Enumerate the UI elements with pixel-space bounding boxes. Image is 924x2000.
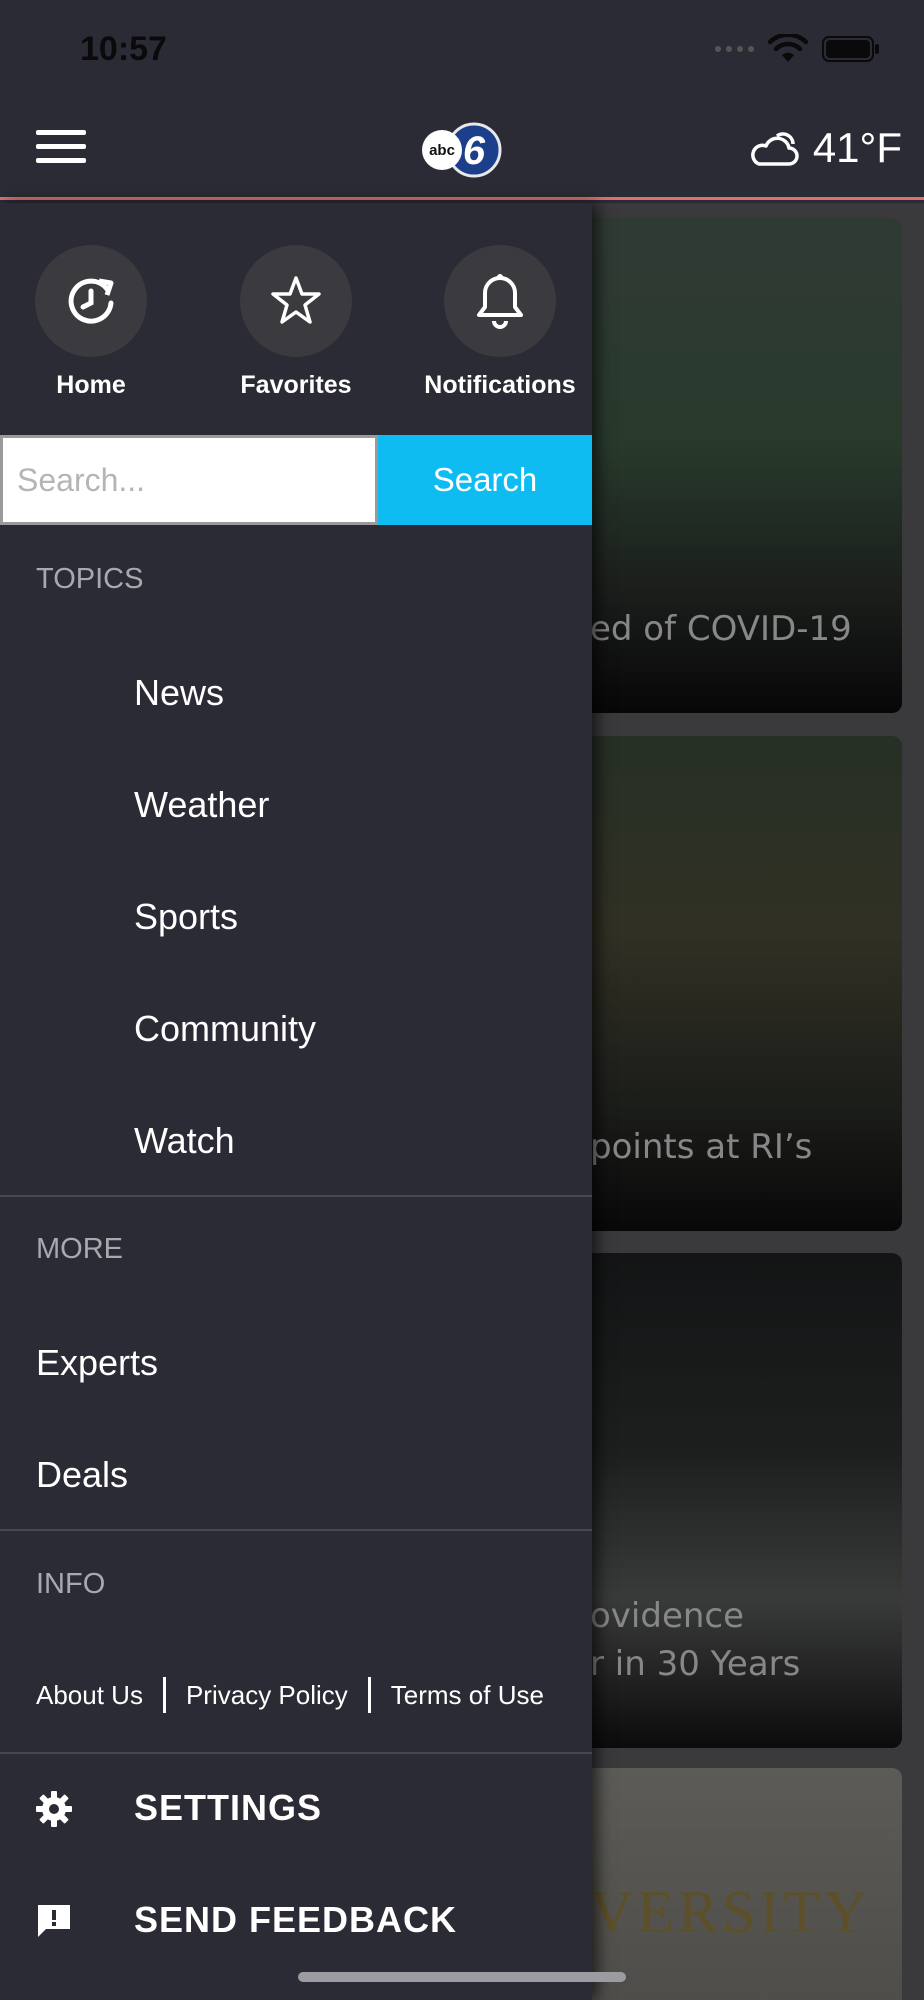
topics-heading: TOPICS <box>36 563 144 595</box>
divider <box>0 1529 592 1531</box>
topic-weather[interactable]: Weather <box>134 784 269 826</box>
settings-label: SETTINGS <box>134 1787 323 1828</box>
settings-button[interactable]: SETTINGS <box>0 1769 592 1849</box>
favorites-circle <box>240 245 352 357</box>
status-time: 10:57 <box>80 30 167 68</box>
star-icon <box>271 276 321 324</box>
topic-news[interactable]: News <box>134 672 224 714</box>
about-us-link[interactable]: About Us <box>36 1680 143 1711</box>
cellular-signal-icon <box>715 46 754 52</box>
send-feedback-label: SEND FEEDBACK <box>134 1899 458 1940</box>
link-separator <box>367 1677 371 1713</box>
bell-icon <box>477 274 523 329</box>
navigation-drawer: Home Favorites Notifications Search... S… <box>0 203 592 2000</box>
divider <box>0 1195 592 1197</box>
weather-widget[interactable]: 41°F <box>747 124 902 172</box>
home-circle <box>35 245 147 357</box>
status-icons <box>715 34 882 64</box>
search-button[interactable]: Search <box>378 435 592 525</box>
info-heading: INFO <box>36 1568 106 1600</box>
feedback-icon <box>38 1905 70 1937</box>
home-indicator <box>298 1972 626 1982</box>
favorites-label: Favorites <box>240 371 352 399</box>
topic-watch[interactable]: Watch <box>134 1120 235 1162</box>
info-links: About Us Privacy Policy Terms of Use <box>36 1677 544 1713</box>
notifications-button[interactable]: Notifications <box>395 245 605 400</box>
privacy-policy-link[interactable]: Privacy Policy <box>186 1680 348 1711</box>
svg-text:6: 6 <box>463 129 486 173</box>
app-header: 6 abc 41°F <box>0 100 924 200</box>
app-root: 10:57 6 abc 41°F ed of COVID-19 points a… <box>0 0 924 2000</box>
hamburger-menu-icon[interactable] <box>36 130 86 170</box>
abc6-logo: 6 abc <box>422 122 502 178</box>
status-bar: 10:57 <box>0 0 924 100</box>
favorites-button[interactable]: Favorites <box>191 245 401 400</box>
wifi-icon <box>768 34 808 62</box>
terms-of-use-link[interactable]: Terms of Use <box>391 1680 544 1711</box>
topic-sports[interactable]: Sports <box>134 896 238 938</box>
topic-community[interactable]: Community <box>134 1008 316 1050</box>
notifications-circle <box>444 245 556 357</box>
send-feedback-button[interactable]: SEND FEEDBACK <box>0 1881 592 1961</box>
notifications-label: Notifications <box>424 371 576 399</box>
more-heading: MORE <box>36 1233 123 1265</box>
more-item-deals[interactable]: Deals <box>36 1454 128 1496</box>
home-label: Home <box>56 371 126 399</box>
battery-icon <box>822 36 879 62</box>
home-button[interactable]: Home <box>0 245 196 400</box>
search-bar: Search <box>0 435 592 525</box>
temperature-text: 41°F <box>812 124 902 171</box>
link-separator <box>162 1677 166 1713</box>
gear-icon <box>36 1791 72 1827</box>
partly-cloudy-icon <box>750 132 799 166</box>
more-item-experts[interactable]: Experts <box>36 1342 158 1384</box>
svg-text:abc: abc <box>429 142 455 159</box>
search-input[interactable] <box>0 435 378 525</box>
home-refresh-icon <box>68 278 114 324</box>
divider <box>0 1752 592 1754</box>
